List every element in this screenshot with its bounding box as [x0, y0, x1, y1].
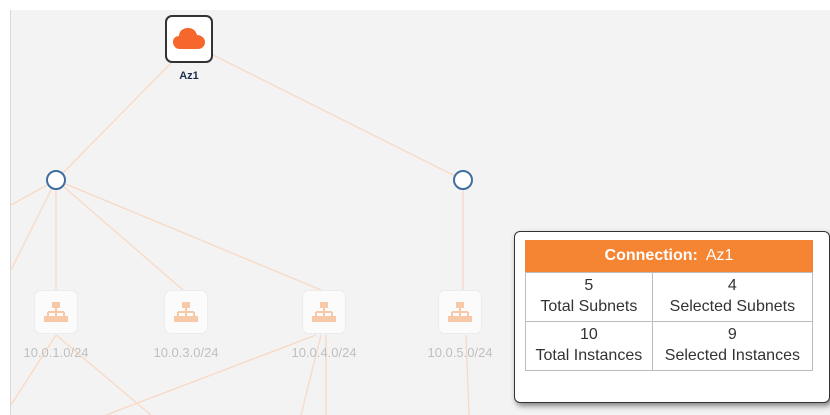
tooltip-title-value: Az1	[705, 247, 734, 264]
cloud-icon	[173, 28, 205, 49]
network-icon	[448, 302, 472, 322]
total-instances-label: Total Instances	[535, 347, 643, 364]
subnet-node-4[interactable]	[299, 290, 349, 340]
subnet-node-1[interactable]	[31, 290, 81, 340]
selected-instances-cell: 9 Selected Instances	[651, 321, 814, 371]
total-subnets-value: 5	[584, 277, 594, 294]
topology-view: Az1 10.0.1.0/24 10.0.3.0/24 10.0.4.0/24 …	[0, 0, 830, 415]
link-vpc-left-subnet-4	[55, 179, 322, 291]
table-row: 5 Total Subnets 4 Selected Subnets	[525, 272, 814, 322]
selected-subnets-value: 4	[727, 277, 737, 294]
subnet-box	[438, 290, 482, 334]
tooltip-header: Connection: Az1	[525, 240, 813, 272]
total-instances-cell: 10 Total Instances	[525, 321, 653, 371]
connection-tooltip: Connection: Az1 5 Total Subnets 4 Select…	[514, 231, 830, 403]
network-icon	[174, 302, 198, 322]
selected-subnets-cell: 4 Selected Subnets	[651, 272, 814, 322]
availability-zone-label: Az1	[179, 70, 199, 82]
subnet-box	[34, 290, 78, 334]
selected-instances-label: Selected Instances	[664, 347, 800, 364]
subnet-node-5[interactable]	[435, 290, 485, 340]
subnet-label: 10.0.5.0/24	[427, 345, 493, 360]
link-vpc-left-offscreen-2	[11, 179, 57, 271]
total-subnets-label: Total Subnets	[540, 298, 638, 315]
availability-zone-node[interactable]	[165, 15, 213, 63]
link-az-vpc-right	[212, 54, 464, 181]
subnet-box	[302, 290, 346, 334]
subnet-label: 10.0.1.0/24	[23, 345, 89, 360]
total-subnets-cell: 5 Total Subnets	[525, 272, 653, 322]
subnet-node-3[interactable]	[161, 290, 211, 340]
link-vpc-left-subnet-3	[55, 179, 184, 291]
network-icon	[312, 302, 336, 322]
subnet-label: 10.0.3.0/24	[153, 345, 219, 360]
network-icon	[44, 302, 68, 322]
selected-subnets-label: Selected Subnets	[669, 298, 796, 315]
tooltip-title-key: Connection:	[604, 247, 698, 264]
vpc-node-right[interactable]	[453, 170, 473, 190]
vpc-node-left[interactable]	[46, 170, 66, 190]
selected-instances-value: 9	[727, 326, 737, 343]
subnet-label: 10.0.4.0/24	[291, 345, 357, 360]
subnet-box	[164, 290, 208, 334]
link-az-vpc-left	[55, 62, 172, 181]
total-instances-value: 10	[579, 326, 598, 343]
connection-stats-table: 5 Total Subnets 4 Selected Subnets 10 To…	[525, 272, 814, 371]
table-row: 10 Total Instances 9 Selected Instances	[525, 321, 814, 371]
